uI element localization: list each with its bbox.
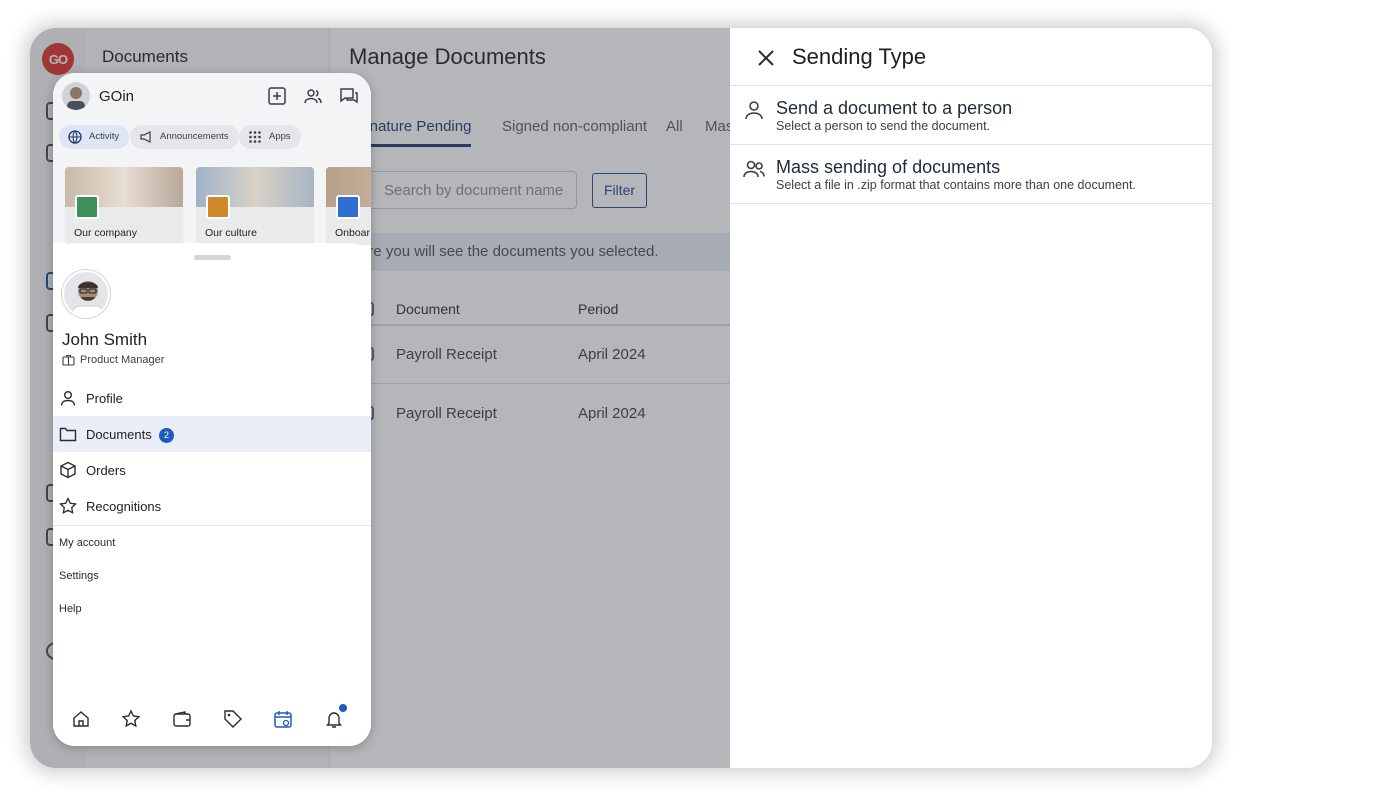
chip-activity[interactable]: Activity <box>59 125 130 149</box>
menu-label: Orders <box>86 463 126 478</box>
option-send-to-person[interactable]: Send a document to a person Select a per… <box>730 86 1212 144</box>
menu-item-profile[interactable]: Profile <box>53 380 371 416</box>
globe-icon <box>68 130 82 144</box>
menu-label: Documents <box>86 427 152 442</box>
user-name: John Smith <box>62 330 148 349</box>
building-icon <box>75 195 99 219</box>
option-title: Send a document to a person <box>776 98 1013 118</box>
app-name: GOin <box>99 88 135 105</box>
people-icon <box>743 160 765 178</box>
option-mass-sending[interactable]: Mass sending of documents Select a file … <box>730 145 1212 203</box>
menu-item-orders[interactable]: Orders <box>53 452 371 488</box>
menu-item-documents[interactable]: Documents 2 <box>53 416 371 452</box>
chip-label: Apps <box>269 131 291 142</box>
option-title: Mass sending of documents <box>776 157 1001 177</box>
bell-icon[interactable] <box>324 709 344 729</box>
folder-icon <box>59 427 77 442</box>
user-role: Product Manager <box>80 354 165 366</box>
screenshot-stage: GO Documents Manage Documents ignature P… <box>0 0 1394 803</box>
card-our-culture[interactable]: Our culture <box>196 167 314 245</box>
profile-sheet: John Smith Product Manager Profile Docum… <box>53 243 371 746</box>
box-icon <box>60 461 76 479</box>
star-icon[interactable] <box>121 709 141 729</box>
count-badge: 2 <box>159 428 174 443</box>
add-square-icon[interactable] <box>267 86 287 106</box>
card-label: Our company <box>74 227 138 239</box>
link-my-account[interactable]: My account <box>59 537 115 549</box>
profile-avatar <box>62 270 110 318</box>
person-icon <box>745 101 763 120</box>
close-icon[interactable] <box>754 46 778 70</box>
mobile-app: GOin Activity Announcements Apps Our com… <box>53 73 371 746</box>
card-our-company[interactable]: Our company <box>65 167 183 245</box>
sending-type-panel: Sending Type Send a document to a person… <box>730 28 1212 768</box>
menu-item-recognitions[interactable]: Recognitions <box>53 488 371 524</box>
divider <box>53 525 371 526</box>
chip-label: Announcements <box>160 131 229 142</box>
option-subtitle: Select a file in .zip format that contai… <box>776 178 1136 192</box>
option-subtitle: Select a person to send the document. <box>776 119 991 133</box>
card-onboarding[interactable]: Onboar <box>326 167 371 245</box>
chat-icon[interactable] <box>339 86 359 106</box>
tag-icon[interactable] <box>223 709 243 729</box>
drag-handle[interactable] <box>194 255 231 260</box>
chip-apps[interactable]: Apps <box>239 125 301 149</box>
star-icon <box>59 497 77 515</box>
link-settings[interactable]: Settings <box>59 570 99 582</box>
mobile-header: GOin Activity Announcements Apps Our com… <box>53 73 371 245</box>
menu-label: Profile <box>86 391 123 406</box>
card-label: Our culture <box>205 227 257 239</box>
avatar[interactable] <box>62 82 90 110</box>
person-icon <box>60 391 76 406</box>
apps-grid-icon <box>249 131 261 143</box>
checkbox-icon <box>336 195 360 219</box>
bottom-navigation <box>53 690 371 746</box>
people-icon[interactable] <box>303 86 323 106</box>
wallet-icon[interactable] <box>172 709 192 729</box>
divider <box>730 203 1212 204</box>
menu-label: Recognitions <box>86 499 162 514</box>
chip-label: Activity <box>89 131 120 142</box>
briefcase-icon <box>62 354 75 366</box>
notification-dot <box>339 704 347 712</box>
link-help[interactable]: Help <box>59 603 82 615</box>
card-label: Onboar <box>335 227 371 239</box>
megaphone-icon <box>140 131 151 143</box>
panel-title: Sending Type <box>792 44 927 69</box>
smile-icon <box>206 195 230 219</box>
calendar-icon[interactable] <box>273 709 293 729</box>
chip-announcements[interactable]: Announcements <box>130 125 239 149</box>
home-icon[interactable] <box>71 709 91 729</box>
